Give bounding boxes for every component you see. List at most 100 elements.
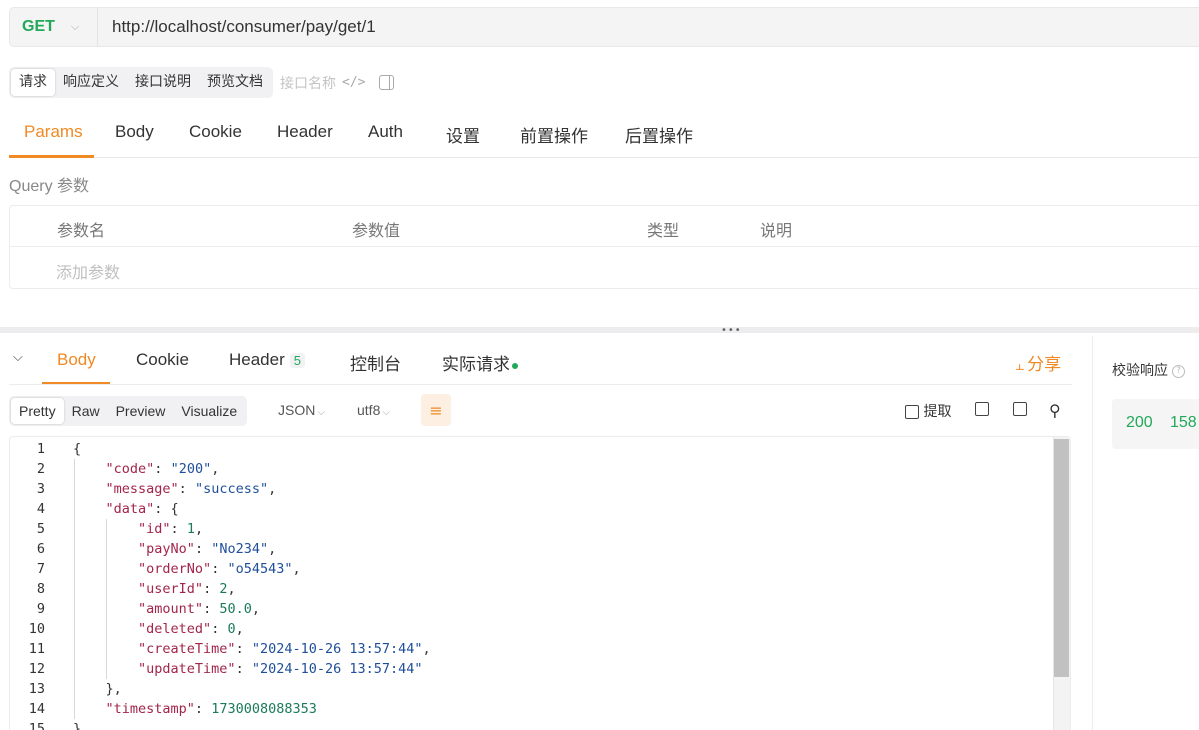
search-button[interactable]: ⚲ xyxy=(1049,401,1061,420)
share-icon: ⫠ xyxy=(1015,356,1025,374)
panel-toggle-icon[interactable] xyxy=(379,75,395,90)
tab-pre-operations[interactable]: 前置操作 xyxy=(520,122,588,147)
tab-response-cookie[interactable]: Cookie xyxy=(136,350,189,370)
divider xyxy=(1092,336,1093,730)
line-number: 2 xyxy=(36,461,45,477)
response-summary: 200 158 xyxy=(1112,399,1199,449)
panel-splitter[interactable] xyxy=(0,327,1199,333)
method-select[interactable]: GET ⌵ xyxy=(10,8,98,46)
tab-post-operations[interactable]: 后置操作 xyxy=(625,122,693,147)
code-text: { xyxy=(73,441,82,457)
table-header: 参数名 参数值 类型 说明 xyxy=(10,206,1199,247)
response-time: 158 xyxy=(1170,414,1197,431)
active-tab-indicator xyxy=(9,155,94,158)
line-number: 4 xyxy=(36,501,45,517)
format-pretty[interactable]: Pretty xyxy=(11,398,64,424)
code-text: "id": 1, xyxy=(138,521,204,537)
doc-tabs: 请求 响应定义 接口说明 预览文档 接口名称 </> xyxy=(9,67,395,98)
url-input[interactable]: http://localhost/consumer/pay/get/1 xyxy=(98,17,376,37)
code-text: "updateTime": "2024-10-26 13:57:44" xyxy=(138,661,423,677)
doc-tab-group: 请求 响应定义 接口说明 预览文档 xyxy=(9,67,273,98)
scrollbar[interactable] xyxy=(1053,437,1070,730)
code-text: "data": { xyxy=(105,501,179,517)
line-number: 12 xyxy=(28,661,45,677)
tab-response-body[interactable]: Body xyxy=(57,350,96,370)
copy-button[interactable] xyxy=(1013,401,1027,417)
extract-button[interactable]: 提取 xyxy=(905,401,951,421)
line-number: 1 xyxy=(36,441,45,457)
column-param-name: 参数名 xyxy=(57,221,106,240)
format-preview[interactable]: Preview xyxy=(108,398,174,424)
line-number: 8 xyxy=(36,581,45,597)
column-type: 类型 xyxy=(647,221,680,240)
code-text: }, xyxy=(73,681,122,697)
line-number: 14 xyxy=(28,701,45,717)
tab-console[interactable]: 控制台 xyxy=(350,350,401,375)
format-tabs: Pretty Raw Preview Visualize xyxy=(9,396,248,426)
tab-response-header-label: Header xyxy=(229,350,285,369)
tab-params[interactable]: Params xyxy=(24,122,83,142)
line-number: 9 xyxy=(36,601,45,617)
code-text: "timestamp": 1730008088353 xyxy=(105,701,317,717)
download-icon xyxy=(975,402,989,416)
code-text: } xyxy=(73,721,82,730)
collapse-chevron-icon[interactable]: ⌵ xyxy=(13,350,23,365)
validate-response-title: 校验响应? xyxy=(1112,360,1185,380)
format-raw[interactable]: Raw xyxy=(64,398,108,424)
tab-settings[interactable]: 设置 xyxy=(446,122,480,147)
tab-actual-request-label: 实际请求 xyxy=(442,355,510,374)
drag-handle-icon[interactable]: ••• xyxy=(721,326,742,336)
query-params-title: Query 参数 xyxy=(9,178,90,195)
response-body-editor[interactable]: 1 {2 "code": "200", 3 "message": "success"… xyxy=(9,436,1071,730)
code-text: "deleted": 0, xyxy=(138,621,244,637)
tab-auth[interactable]: Auth xyxy=(368,122,403,142)
share-label: 分享 xyxy=(1027,355,1062,375)
search-icon: ⚲ xyxy=(1049,401,1061,420)
chevron-down-icon: ⌵ xyxy=(382,407,390,418)
format-visualize[interactable]: Visualize xyxy=(173,398,245,424)
line-number: 5 xyxy=(36,521,45,537)
language-value: JSON xyxy=(278,402,316,418)
line-number: 3 xyxy=(36,481,45,497)
tab-interface-description[interactable]: 接口说明 xyxy=(127,69,199,96)
tab-preview-doc[interactable]: 预览文档 xyxy=(199,69,271,96)
word-wrap-button[interactable]: ≡ xyxy=(421,394,451,426)
code-text: "userId": 2, xyxy=(138,581,236,597)
code-text: "code": "200", xyxy=(105,461,220,477)
scrollbar-thumb[interactable] xyxy=(1054,439,1069,677)
interface-name-input[interactable]: 接口名称 xyxy=(280,73,336,93)
add-param-input[interactable]: 添加参数 xyxy=(56,259,120,283)
wrap-icon: ≡ xyxy=(429,400,443,420)
download-button[interactable] xyxy=(975,401,989,417)
method-label: GET xyxy=(22,18,55,35)
tab-response-definition[interactable]: 响应定义 xyxy=(55,69,127,96)
code-text: "payNo": "No234", xyxy=(138,541,277,557)
help-icon[interactable]: ? xyxy=(1172,364,1185,378)
chevron-down-icon: ⌵ xyxy=(70,20,80,33)
extract-icon xyxy=(905,405,919,419)
encoding-select[interactable]: utf8 ⌵ xyxy=(357,402,390,418)
extract-label: 提取 xyxy=(923,404,952,420)
tab-actual-request[interactable]: 实际请求 xyxy=(442,350,518,375)
tab-body[interactable]: Body xyxy=(115,122,154,142)
copy-icon xyxy=(1013,402,1027,416)
language-select[interactable]: JSON ⌵ xyxy=(278,402,325,418)
query-params-table: 参数名 参数值 类型 说明 添加参数 xyxy=(9,205,1199,289)
code-text: "createTime": "2024-10-26 13:57:44", xyxy=(138,641,431,657)
tab-response-header[interactable]: Header 5 xyxy=(229,350,305,370)
column-param-value: 参数值 xyxy=(352,221,401,240)
header-count-badge: 5 xyxy=(289,353,305,368)
column-description: 说明 xyxy=(760,221,793,240)
validate-response-label: 校验响应 xyxy=(1112,363,1168,379)
encoding-value: utf8 xyxy=(357,402,381,418)
code-icon[interactable]: </> xyxy=(342,75,365,90)
code-text: "amount": 50.0, xyxy=(138,601,260,617)
line-number: 10 xyxy=(28,621,45,637)
line-number: 6 xyxy=(36,541,45,557)
line-number: 11 xyxy=(28,641,45,657)
code-text: "message": "success", xyxy=(105,481,277,497)
tab-header[interactable]: Header xyxy=(277,122,333,142)
tab-cookie[interactable]: Cookie xyxy=(189,122,242,142)
share-button[interactable]: ⫠ 分享 xyxy=(1015,350,1061,375)
tab-request[interactable]: 请求 xyxy=(11,69,55,96)
